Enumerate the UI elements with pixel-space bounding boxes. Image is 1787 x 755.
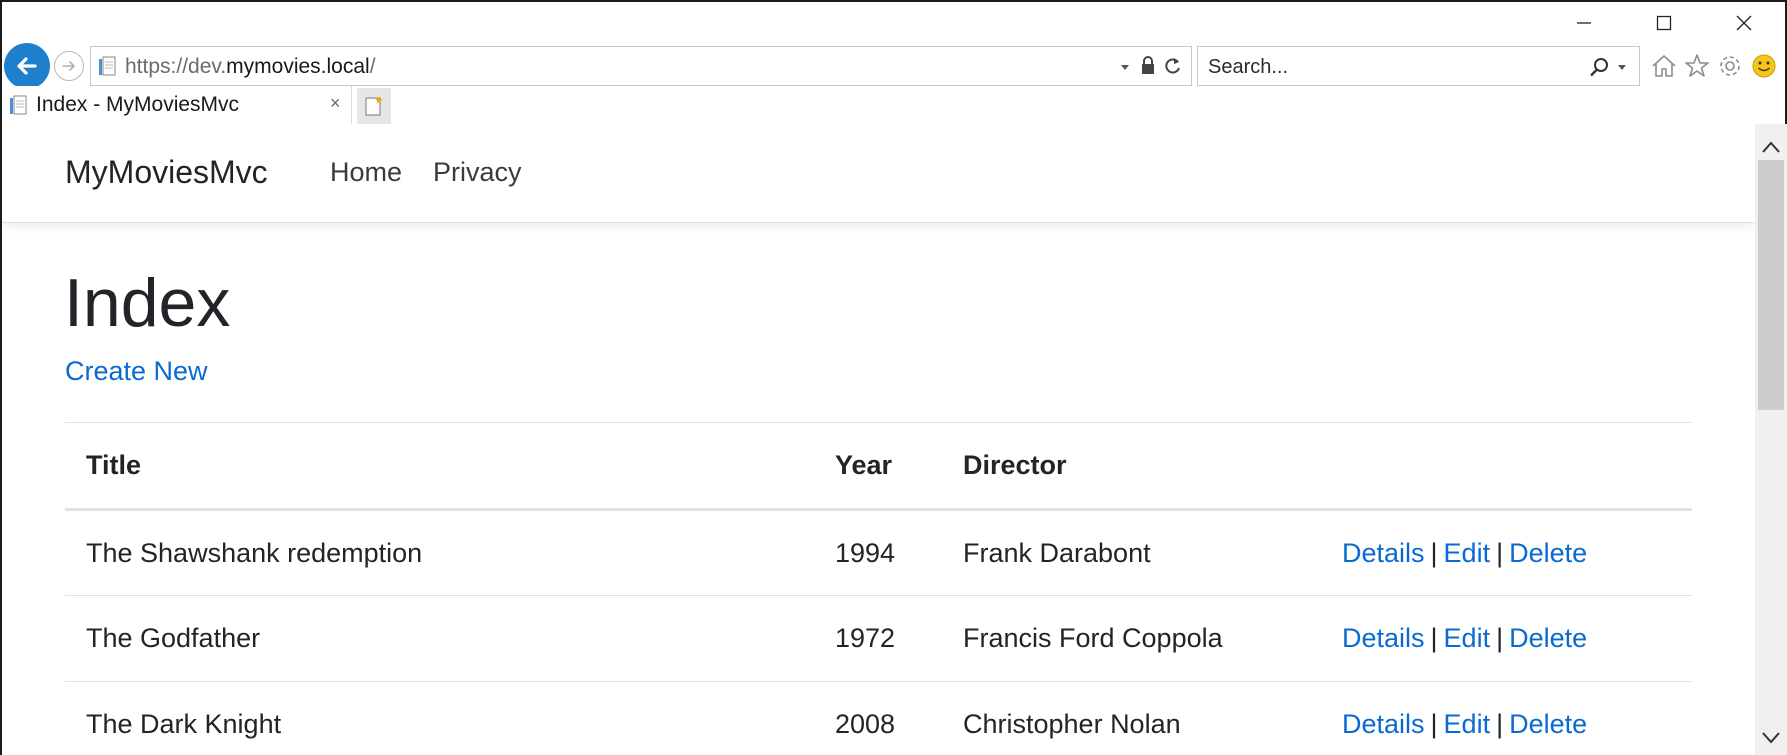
tools-button[interactable] — [1716, 52, 1744, 85]
cell-director: Christopher Nolan — [942, 681, 1321, 755]
search-box[interactable]: Search... — [1197, 46, 1640, 86]
close-window-button[interactable] — [1714, 8, 1774, 38]
edit-link[interactable]: Edit — [1444, 709, 1491, 739]
address-url[interactable]: https://dev.mymovies.local/ — [125, 55, 376, 79]
site-navbar: MyMoviesMvc Home Privacy — [2, 124, 1755, 223]
details-link[interactable]: Details — [1342, 709, 1425, 739]
minimize-icon — [1577, 22, 1591, 24]
refresh-icon — [1165, 58, 1180, 74]
page-icon — [97, 55, 117, 84]
details-link[interactable]: Details — [1342, 538, 1425, 568]
tab-index[interactable]: Index - MyMoviesMvc × — [2, 86, 352, 124]
column-header-title: Title — [65, 422, 814, 511]
create-new-link[interactable]: Create New — [65, 356, 208, 387]
cell-year: 1994 — [814, 509, 942, 596]
refresh-button[interactable] — [1163, 55, 1183, 82]
new-tab-icon — [365, 96, 383, 116]
page-viewport: MyMoviesMvc Home Privacy Index Create Ne… — [2, 124, 1755, 755]
favorites-button[interactable] — [1683, 52, 1711, 85]
table-header-row: Title Year Director — [65, 422, 1692, 511]
close-icon — [1736, 15, 1752, 31]
browser-window: https://dev.mymovies.local/ Search... In… — [0, 0, 1787, 755]
favorites-star-icon — [1685, 54, 1709, 77]
cell-title: The Godfather — [65, 595, 814, 682]
table-row: The Godfather 1972 Francis Ford Coppola … — [65, 595, 1692, 682]
page-title: Index — [64, 265, 231, 341]
cell-year: 2008 — [814, 681, 942, 755]
delete-link[interactable]: Delete — [1509, 623, 1587, 653]
cell-director: Francis Ford Coppola — [942, 595, 1321, 682]
dropdown-icon — [1618, 65, 1626, 70]
lock-icon — [1142, 56, 1154, 74]
scroll-up-button[interactable] — [1755, 132, 1787, 162]
search-input[interactable]: Search... — [1208, 56, 1288, 79]
url-host: mymovies.local — [226, 55, 370, 78]
tab-title: Index - MyMoviesMvc — [36, 93, 240, 116]
cell-actions: Details | Edit | Delete — [1321, 681, 1692, 755]
details-link[interactable]: Details — [1342, 623, 1425, 653]
column-header-year: Year — [814, 422, 942, 511]
maximize-button[interactable] — [1634, 8, 1694, 38]
nav-link-privacy[interactable]: Privacy — [433, 157, 522, 188]
nav-link-home[interactable]: Home — [330, 157, 402, 188]
cell-actions: Details | Edit | Delete — [1321, 509, 1692, 596]
column-header-actions — [1321, 422, 1692, 511]
smiley-icon — [1752, 54, 1776, 78]
brand-link[interactable]: MyMoviesMvc — [65, 154, 268, 191]
vertical-scrollbar[interactable] — [1755, 124, 1787, 755]
cell-director: Frank Darabont — [942, 509, 1321, 596]
tab-close-button[interactable]: × — [330, 93, 341, 114]
edit-link[interactable]: Edit — [1444, 538, 1491, 568]
separator: | — [1430, 709, 1438, 739]
search-dropdown-button[interactable] — [1616, 59, 1628, 80]
address-bar[interactable]: https://dev.mymovies.local/ — [90, 46, 1192, 86]
url-prefix: https://dev. — [125, 55, 227, 78]
home-icon — [1652, 55, 1676, 77]
url-suffix: / — [369, 55, 376, 78]
lock-button[interactable] — [1139, 55, 1157, 82]
maximize-icon — [1656, 15, 1672, 31]
scroll-up-icon — [1762, 141, 1780, 153]
delete-link[interactable]: Delete — [1509, 709, 1587, 739]
forward-arrow-icon — [62, 61, 75, 71]
back-button[interactable] — [4, 43, 50, 89]
cell-actions: Details | Edit | Delete — [1321, 595, 1692, 682]
scroll-down-icon — [1762, 732, 1780, 744]
scrollbar-thumb[interactable] — [1758, 160, 1784, 410]
separator: | — [1496, 623, 1504, 653]
feedback-button[interactable] — [1750, 52, 1778, 85]
back-arrow-icon — [17, 57, 37, 75]
home-button[interactable] — [1650, 52, 1678, 85]
page-icon — [8, 94, 28, 123]
separator: | — [1496, 537, 1504, 568]
search-button[interactable] — [1588, 56, 1610, 83]
separator: | — [1430, 623, 1438, 653]
separator: | — [1430, 537, 1438, 568]
address-dropdown-button[interactable] — [1119, 57, 1131, 82]
cell-year: 1972 — [814, 595, 942, 682]
edit-link[interactable]: Edit — [1444, 623, 1491, 653]
new-tab-button[interactable] — [357, 88, 391, 124]
cell-title: The Shawshank redemption — [65, 509, 814, 596]
delete-link[interactable]: Delete — [1509, 538, 1587, 568]
table-row: The Shawshank redemption 1994 Frank Dara… — [65, 509, 1692, 596]
search-icon — [1590, 58, 1608, 77]
cell-title: The Dark Knight — [65, 681, 814, 755]
column-header-director: Director — [942, 422, 1321, 511]
title-bar — [2, 2, 1785, 42]
gear-icon — [1720, 56, 1740, 76]
forward-button[interactable] — [54, 51, 84, 81]
dropdown-icon — [1121, 65, 1129, 70]
movies-table: Title Year Director The Shawshank redemp… — [65, 422, 1692, 755]
separator: | — [1496, 709, 1504, 739]
minimize-button[interactable] — [1554, 8, 1614, 38]
table-row: The Dark Knight 2008 Christopher Nolan D… — [65, 681, 1692, 755]
scroll-down-button[interactable] — [1755, 723, 1787, 753]
